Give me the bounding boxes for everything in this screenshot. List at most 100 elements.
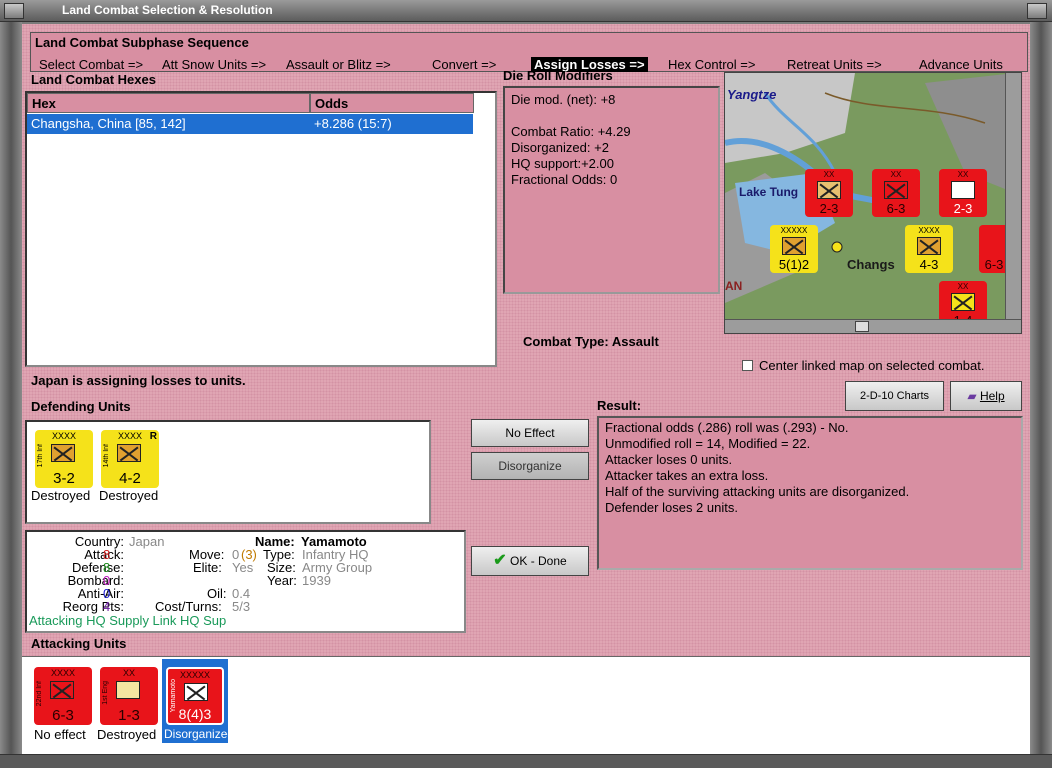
odds-cell: +8.286 (15:7)	[314, 116, 392, 131]
unit-name: 14th Inf	[103, 444, 110, 468]
window-frame: Land Combat Selection & Resolution Land …	[0, 0, 1052, 768]
system-menu-icon[interactable]	[4, 3, 24, 19]
die-mod-disorg: Disorganized: +2	[511, 140, 609, 155]
engineer-icon	[116, 681, 140, 699]
step-retreat-units[interactable]: Retreat Units =>	[787, 57, 882, 72]
unit-r-marker: R	[149, 431, 157, 442]
client-area: Land Combat Subphase Sequence Select Com…	[22, 24, 1030, 754]
map-label-city: Changs	[847, 257, 895, 272]
attacking-unit-2-status: Destroyed	[97, 727, 157, 742]
info-cost-label: Cost/Turns:	[155, 599, 222, 614]
close-icon[interactable]	[1027, 3, 1047, 19]
map-unit-4[interactable]: XXXXX 5(1)2	[770, 225, 818, 273]
title-bar: Land Combat Selection & Resolution	[0, 0, 1052, 22]
map-unit-2[interactable]: XX 6-3	[872, 169, 920, 217]
step-assault-blitz[interactable]: Assault or Blitz =>	[286, 57, 391, 72]
map-unit-size: XX	[823, 170, 835, 179]
result-line: Defender loses 2 units.	[605, 500, 738, 515]
sequence-title: Land Combat Subphase Sequence	[35, 35, 249, 50]
info-country: Japan	[129, 534, 165, 549]
attacking-unit-3[interactable]: XXXXX Yamamoto 8(4)3	[166, 667, 224, 725]
unit-name: 17th Inf	[37, 444, 44, 468]
infantry-icon	[817, 181, 841, 199]
infantry-icon	[782, 237, 806, 255]
attacking-label: Attacking Units	[31, 636, 127, 651]
left-border	[0, 22, 22, 756]
infantry-icon	[51, 444, 75, 462]
ok-done-label: OK - Done	[510, 554, 567, 568]
attacking-unit-2[interactable]: XX 1st Eng 1-3	[100, 667, 158, 725]
hex-cell: Changsha, China [85, 142]	[31, 116, 186, 131]
linked-map[interactable]: Yangtze Lake Tung Changs AN XX 2-3 XX 6-…	[724, 72, 1022, 334]
center-map-option[interactable]: Center linked map on selected combat.	[742, 358, 984, 373]
result-label: Result:	[597, 398, 642, 413]
unit-info: Country: Japan Attack: 8 Defense: 8 Bomb…	[25, 530, 466, 633]
map-vscroll[interactable]	[1005, 73, 1021, 333]
mountain-icon	[951, 181, 975, 199]
map-unit-value: 4-3	[919, 257, 939, 272]
no-effect-button[interactable]: No Effect	[471, 419, 589, 447]
result-line: Half of the surviving attacking units ar…	[605, 484, 910, 499]
map-unit-size: XX	[890, 170, 902, 179]
unit-value: 1-3	[118, 707, 140, 724]
step-att-snow[interactable]: Att Snow Units =>	[162, 57, 266, 72]
step-convert[interactable]: Convert =>	[432, 57, 496, 72]
result-line: Fractional odds (.286) roll was (.293) -…	[605, 420, 849, 435]
defending-unit-1[interactable]: XXXX 17th Inf 3-2	[35, 430, 93, 488]
unit-value: 6-3	[52, 707, 74, 724]
col-hex[interactable]: Hex	[27, 93, 310, 113]
hex-row-selected[interactable]: Changsha, China [85, 142] +8.286 (15:7)	[27, 114, 473, 134]
info-elite: Yes	[232, 560, 254, 575]
map-unit-size: XXXXX	[780, 226, 808, 235]
defending-unit-1-status: Destroyed	[31, 488, 91, 503]
info-elite-label: Elite:	[193, 560, 222, 575]
ok-done-button[interactable]: ✔ OK - Done	[471, 546, 589, 576]
col-odds[interactable]: Odds	[310, 93, 474, 113]
map-unit-value: 6-3	[886, 201, 906, 216]
attacking-unit-1[interactable]: XXXX 22nd Inf 6-3	[34, 667, 92, 725]
info-year: 1939	[302, 573, 331, 588]
map-label-yangtze: Yangtze	[727, 87, 777, 102]
window-title: Land Combat Selection & Resolution	[62, 3, 273, 17]
map-unit-value: 2-3	[953, 201, 973, 216]
unit-name: 22nd Inf	[36, 681, 43, 707]
defending-unit-2[interactable]: XXXX R 14th Inf 4-2	[101, 430, 159, 488]
unit-value: 4-2	[119, 470, 141, 487]
unit-size: XXXX	[51, 431, 76, 441]
map-hscroll-thumb[interactable]	[855, 321, 869, 332]
step-select-combat[interactable]: Select Combat =>	[39, 57, 143, 72]
defending-units: XXXX 17th Inf 3-2 Destroyed XXXX R 14th …	[25, 420, 431, 524]
help-label: Help	[979, 389, 1005, 403]
result-line: Unmodified roll = 14, Modified = 22.	[605, 436, 811, 451]
unit-size: XX	[122, 668, 135, 678]
info-cost: 5/3	[232, 599, 251, 614]
center-map-checkbox[interactable]	[742, 360, 753, 371]
unit-name: 1st Eng	[102, 681, 109, 705]
die-mod-hq: HQ support:+2.00	[511, 156, 614, 171]
attacking-units: XXXX 22nd Inf 6-3 No effect XX 1st Eng 1…	[22, 656, 1030, 754]
die-mod-frac: Fractional Odds: 0	[511, 172, 618, 187]
infantry-icon	[951, 293, 975, 311]
unit-size: XXXX	[50, 668, 75, 678]
map-unit-3[interactable]: XX 2-3	[939, 169, 987, 217]
infantry-icon	[884, 181, 908, 199]
step-advance-units[interactable]: Advance Units	[919, 57, 1003, 72]
step-hex-control[interactable]: Hex Control =>	[668, 57, 755, 72]
map-unit-5[interactable]: XXXX 4-3	[905, 225, 953, 273]
map-unit-size: XX	[957, 170, 969, 179]
disorganize-button[interactable]: Disorganize	[471, 452, 589, 480]
status-bar	[0, 754, 1052, 768]
center-map-label: Center linked map on selected combat.	[759, 358, 985, 373]
die-mod-label: Die Roll Modifiers	[503, 68, 613, 83]
map-unit-1[interactable]: XX 2-3	[805, 169, 853, 217]
checkmark-icon: ✔	[493, 552, 507, 569]
map-hscroll[interactable]	[725, 319, 1021, 333]
charts-button[interactable]: 2-D-10 Charts	[845, 381, 944, 411]
combat-hexes-list[interactable]: Hex Odds Changsha, China [85, 142] +8.28…	[25, 91, 497, 367]
help-button[interactable]: ▰ Help	[950, 381, 1022, 411]
info-reorg: 4	[103, 599, 111, 614]
hq-icon	[184, 683, 208, 701]
subphase-sequence: Land Combat Subphase Sequence Select Com…	[30, 32, 1028, 72]
info-year-label: Year:	[267, 573, 297, 588]
infantry-icon	[117, 444, 141, 462]
